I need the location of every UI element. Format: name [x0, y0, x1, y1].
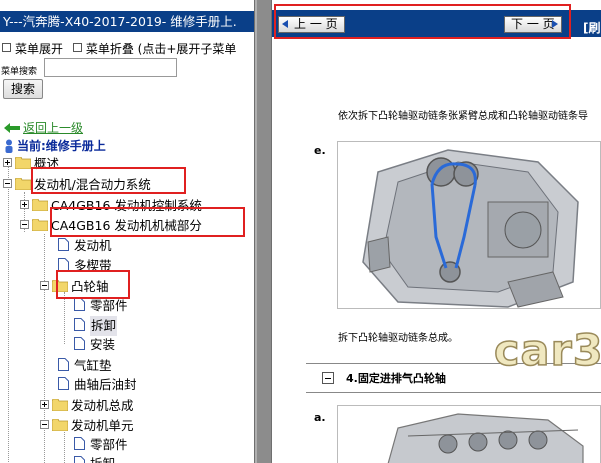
page-icon	[58, 258, 69, 271]
tree-item-unit-removal[interactable]: 拆卸	[74, 453, 115, 463]
open-folder-icon	[32, 218, 48, 231]
expand-toggle[interactable]	[20, 200, 29, 209]
page-icon	[58, 238, 69, 251]
tree-item-engine-unit[interactable]: 发动机单元	[40, 415, 134, 435]
collapse-toggle[interactable]	[40, 420, 49, 429]
prev-page-button[interactable]: 上 一 页	[278, 16, 345, 33]
arrow-right-icon	[552, 20, 558, 28]
content-frame: 上 一 页 下 一 页 [刷 依次拆下凸轮轴驱动链条张紧臂总成和凸轮轴驱动链条导…	[272, 0, 601, 463]
location-person-icon	[5, 139, 13, 153]
collapse-toggle[interactable]	[20, 220, 29, 229]
back-arrow-icon	[4, 123, 20, 133]
tree-item-ca4gb16-mechanical[interactable]: CA4GB16 发动机机械部分	[20, 215, 202, 235]
page-icon	[58, 358, 69, 371]
engine-timing-chain-figure	[337, 141, 601, 309]
folder-icon	[52, 398, 68, 411]
tree-item-camshaft[interactable]: 凸轮轴	[40, 276, 109, 296]
folder-icon	[32, 198, 48, 211]
camshaft-fixing-figure	[337, 405, 601, 463]
manual-title-bar: Y---汽奔腾-X40-2017-2019- 维修手册上.	[0, 11, 254, 32]
tree-guide-line	[8, 162, 9, 462]
tree-item-multi-belt[interactable]: 多楔带	[58, 255, 112, 275]
page-icon	[74, 298, 85, 311]
page-icon	[74, 337, 85, 350]
menu-search-label: 菜单搜索	[1, 67, 38, 77]
next-page-button[interactable]: 下 一 页	[504, 16, 562, 33]
engine-illustration	[338, 406, 600, 463]
tree-item-engine-hybrid[interactable]: 发动机/混合动力系统	[3, 174, 151, 194]
page-icon	[74, 318, 85, 331]
engine-illustration	[338, 142, 600, 308]
current-location: 当前:维修手册上	[4, 137, 106, 154]
page-icon	[74, 456, 85, 463]
tree-item-ca4gb16-control[interactable]: CA4GB16 发动机控制系统	[20, 195, 202, 215]
collapse-icon	[72, 43, 82, 52]
section-title: 4.固定进排气凸轮轴	[346, 372, 446, 385]
search-button[interactable]: 搜索	[3, 79, 43, 99]
tree-item-crank-oil-seal[interactable]: 曲轴后油封	[58, 374, 137, 394]
open-folder-icon	[52, 418, 68, 431]
collapse-toggle[interactable]	[3, 179, 12, 188]
instruction-text: 依次拆下凸轮轴驱动链条张紧臂总成和凸轮轴驱动链条导	[338, 111, 588, 122]
page-icon	[58, 377, 69, 390]
menu-search-input[interactable]	[44, 58, 177, 77]
instruction-text: 拆下凸轮轴驱动链条总成。	[338, 333, 458, 344]
page-nav-bar: 上 一 页 下 一 页 [刷	[272, 10, 601, 37]
expand-all-link[interactable]: 菜单展开	[15, 42, 63, 56]
frame-splitter[interactable]	[254, 0, 272, 463]
tree-guide-line	[64, 292, 65, 344]
step-label: e.	[314, 144, 326, 157]
tree-item-engine-assembly[interactable]: 发动机总成	[40, 395, 134, 415]
expand-toggle[interactable]	[3, 158, 12, 167]
open-folder-icon	[52, 279, 68, 292]
back-to-parent-link[interactable]: 返回上一级	[4, 119, 83, 136]
tree-item-overview[interactable]: 概述	[3, 153, 59, 173]
left-menu-frame: Y---汽奔腾-X40-2017-2019- 维修手册上. 菜单展开 菜单折叠 …	[0, 0, 254, 463]
tree-item-install[interactable]: 安装	[74, 334, 115, 354]
menu-controls: 菜单展开 菜单折叠 (点击+展开子菜单	[2, 40, 236, 57]
collapse-toggle[interactable]	[40, 281, 49, 290]
print-link[interactable]: [刷	[583, 19, 601, 36]
step-label: a.	[314, 411, 326, 424]
section-collapse-toggle[interactable]	[322, 372, 334, 384]
selected-item-label: 拆卸	[90, 315, 118, 336]
expand-toggle[interactable]	[40, 400, 49, 409]
folder-icon	[15, 156, 31, 169]
collapse-all-link[interactable]: 菜单折叠 (点击+展开子菜单	[86, 42, 237, 56]
tree-item-removal[interactable]: 拆卸	[74, 315, 118, 336]
tree-item-parts[interactable]: 零部件	[74, 295, 128, 315]
tree-item-unit-parts[interactable]: 零部件	[74, 434, 128, 454]
tree-item-valve-gasket[interactable]: 气缸垫	[58, 355, 112, 375]
watermark-logo: car38	[493, 325, 601, 377]
open-folder-icon	[15, 177, 31, 190]
tree-item-engine[interactable]: 发动机	[58, 235, 112, 255]
expand-icon	[2, 43, 11, 52]
arrow-left-icon	[282, 20, 288, 28]
page-icon	[74, 437, 85, 450]
